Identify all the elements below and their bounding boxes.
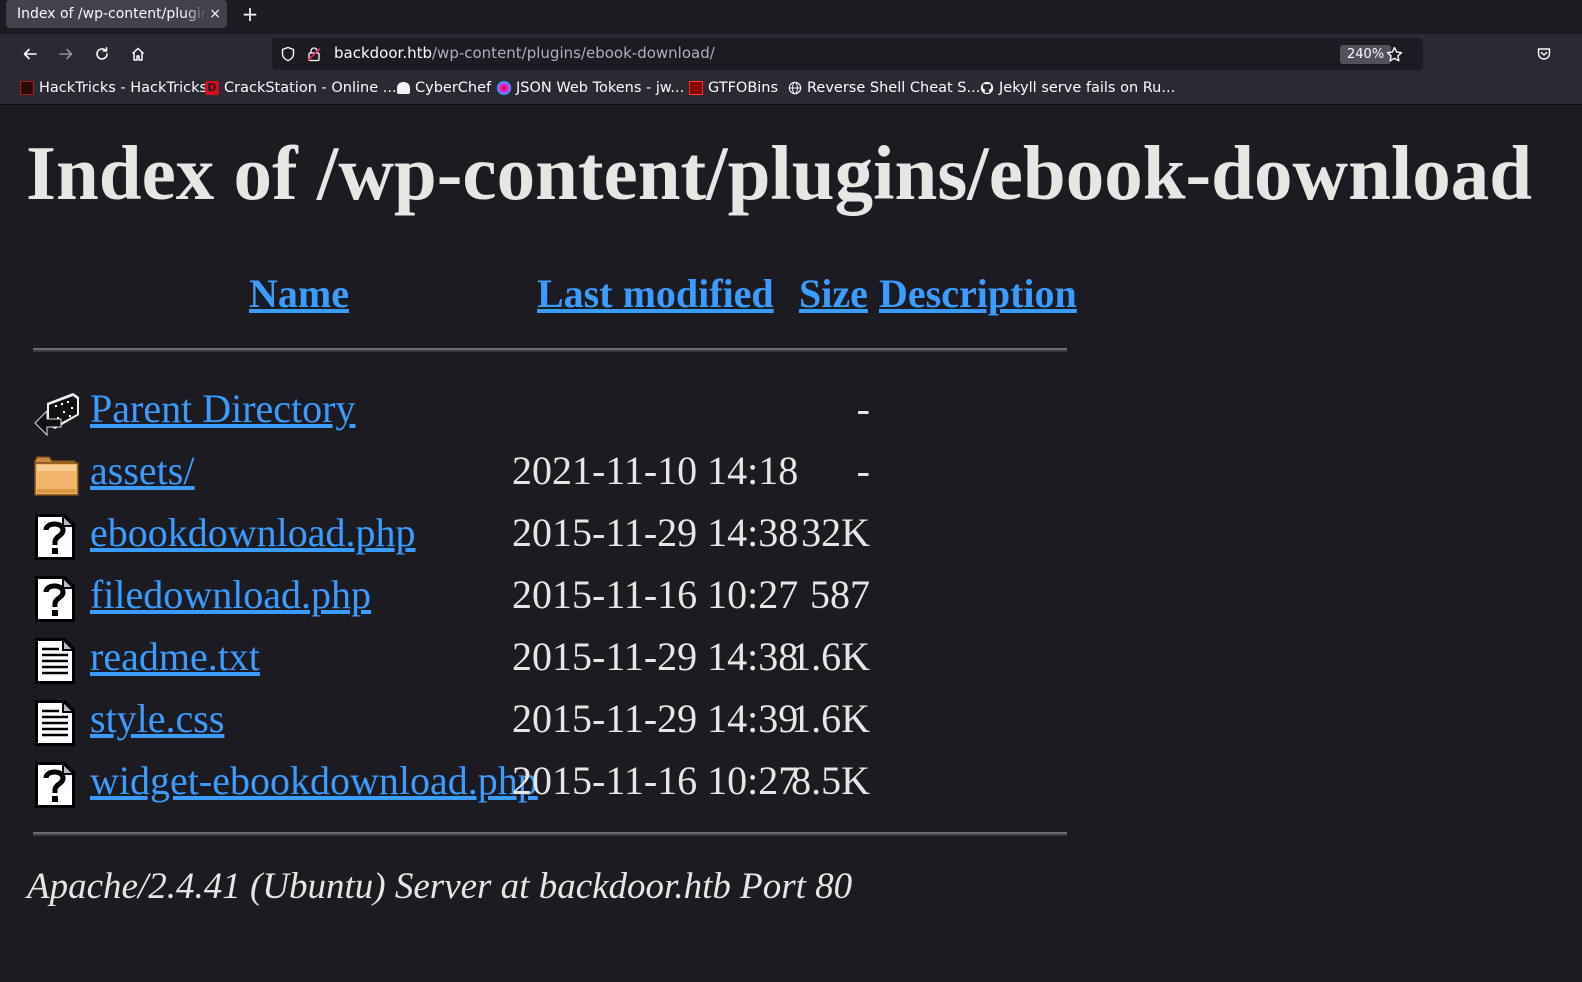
- zoom-level-badge[interactable]: 240%: [1340, 45, 1392, 64]
- forward-arrow-icon: [59, 48, 73, 60]
- insecure-lock-icon[interactable]: [306, 46, 322, 62]
- entry-name-link[interactable]: assets/: [90, 447, 194, 494]
- entry-size: -: [856, 386, 870, 431]
- bookmark-label: GTFOBins: [708, 80, 779, 96]
- navigation-toolbar: backdoor.htb/wp-content/plugins/ebook-do…: [0, 34, 1582, 74]
- url-path: /wp-content/plugins/ebook-download/: [432, 44, 715, 62]
- entry-name-link[interactable]: Parent Directory: [90, 385, 355, 432]
- back-arrow-icon: [34, 393, 79, 437]
- bookmark-label: HackTricks - HackTricks: [39, 80, 208, 96]
- bookmark-reverse-shell[interactable]: Reverse Shell Cheat S...: [788, 80, 980, 96]
- entry-size: 8.5K: [791, 758, 870, 803]
- reload-button[interactable]: [90, 42, 114, 66]
- address-bar[interactable]: backdoor.htb/wp-content/plugins/ebook-do…: [272, 38, 1423, 70]
- tab-title: Index of /wp-content/plugins/ebook-downl…: [17, 6, 208, 22]
- github-icon: [980, 81, 994, 95]
- crackstation-icon: D: [205, 81, 219, 95]
- server-signature: Apache/2.4.41 (Ubuntu) Server at backdoo…: [27, 866, 853, 907]
- column-header-name[interactable]: Name: [249, 270, 349, 317]
- table-row: style.css 2015-11-29 14:39 1.6K: [0, 695, 1100, 755]
- entry-date: 2015-11-16 10:27: [512, 758, 799, 803]
- bookmark-star-icon[interactable]: [1386, 46, 1403, 63]
- url-text[interactable]: backdoor.htb/wp-content/plugins/ebook-do…: [334, 44, 715, 62]
- text-file-icon: [35, 638, 75, 684]
- entry-name-link[interactable]: readme.txt: [90, 633, 260, 680]
- text-file-icon: [35, 700, 75, 746]
- header-divider: [33, 348, 1067, 352]
- home-icon: [131, 47, 145, 61]
- url-host: backdoor.htb: [334, 44, 432, 62]
- entry-size: 587: [810, 572, 870, 617]
- entry-date: 2015-11-29 14:38: [512, 634, 799, 679]
- column-header-description[interactable]: Description: [879, 270, 1077, 317]
- back-arrow-icon: [23, 48, 37, 60]
- entry-name-link[interactable]: widget-ebookdownload.php: [90, 757, 538, 804]
- unknown-file-icon: [35, 514, 75, 560]
- jwt-icon: [497, 81, 511, 95]
- table-row: Parent Directory -: [0, 385, 1100, 445]
- back-button[interactable]: [18, 42, 42, 66]
- bookmark-gtfobins[interactable]: GTFOBins: [689, 80, 778, 96]
- entry-size: 1.6K: [791, 696, 870, 741]
- entry-size: 32K: [801, 510, 870, 555]
- table-row: readme.txt 2015-11-29 14:38 1.6K: [0, 633, 1100, 693]
- table-row: filedownload.php 2015-11-16 10:27 587: [0, 571, 1100, 631]
- tab-bar: Index of /wp-content/plugins/ebook-downl…: [0, 0, 1582, 34]
- bookmark-label: CyberChef: [415, 80, 492, 96]
- bookmark-hacktricks[interactable]: HackTricks - HackTricks: [20, 80, 207, 96]
- forward-button[interactable]: [54, 42, 78, 66]
- entry-date: 2021-11-10 14:18: [512, 448, 799, 493]
- entry-size: 1.6K: [791, 634, 870, 679]
- home-button[interactable]: [126, 42, 150, 66]
- table-row: assets/ 2021-11-10 14:18 -: [0, 447, 1100, 507]
- bookmark-crackstation[interactable]: D CrackStation - Online ...: [205, 80, 397, 96]
- unknown-file-icon: [35, 762, 75, 808]
- bookmarks-toolbar: HackTricks - HackTricks D CrackStation -…: [0, 74, 1582, 105]
- pocket-button[interactable]: [1532, 42, 1556, 66]
- entry-size: -: [856, 448, 870, 493]
- reload-icon: [96, 47, 108, 60]
- entry-name-link[interactable]: filedownload.php: [90, 571, 371, 618]
- gtfobins-icon: [689, 81, 703, 95]
- bookmark-cyberchef[interactable]: CyberChef: [397, 80, 491, 96]
- bookmark-jekyll[interactable]: Jekyll serve fails on Ru...: [980, 80, 1175, 96]
- cyberchef-icon: [397, 82, 410, 94]
- bookmark-label: JSON Web Tokens - jw...: [516, 80, 685, 96]
- tab-active[interactable]: Index of /wp-content/plugins/ebook-downl…: [6, 0, 227, 28]
- page-content: Index of /wp-content/plugins/ebook-downl…: [0, 105, 1582, 982]
- unknown-file-icon: [35, 576, 75, 622]
- column-header-last-modified[interactable]: Last modified: [537, 270, 774, 317]
- bookmark-label: Reverse Shell Cheat S...: [807, 80, 981, 96]
- folder-icon: [34, 456, 79, 496]
- column-header-size[interactable]: Size: [799, 270, 868, 317]
- entry-date: 2015-11-16 10:27: [512, 572, 799, 617]
- table-row: ebookdownload.php 2015-11-29 14:38 32K: [0, 509, 1100, 569]
- new-tab-button[interactable]: +: [238, 2, 262, 26]
- page-title: Index of /wp-content/plugins/ebook-downl…: [26, 130, 1533, 216]
- bookmark-jwt[interactable]: JSON Web Tokens - jw...: [497, 80, 684, 96]
- bookmark-label: CrackStation - Online ...: [224, 80, 397, 96]
- pocket-icon: [1537, 48, 1551, 60]
- entry-name-link[interactable]: style.css: [90, 695, 224, 742]
- tab-close-icon[interactable]: ×: [209, 6, 221, 22]
- table-row: widget-ebookdownload.php 2015-11-16 10:2…: [0, 757, 1100, 817]
- entry-date: 2015-11-29 14:39: [512, 696, 799, 741]
- footer-divider: [33, 832, 1067, 836]
- bookmark-label: Jekyll serve fails on Ru...: [999, 80, 1176, 96]
- entry-date: 2015-11-29 14:38: [512, 510, 799, 555]
- entry-name-link[interactable]: ebookdownload.php: [90, 509, 416, 556]
- tracking-protection-shield-icon[interactable]: [280, 46, 296, 62]
- hacktricks-icon: [20, 81, 34, 95]
- globe-icon: [788, 81, 802, 95]
